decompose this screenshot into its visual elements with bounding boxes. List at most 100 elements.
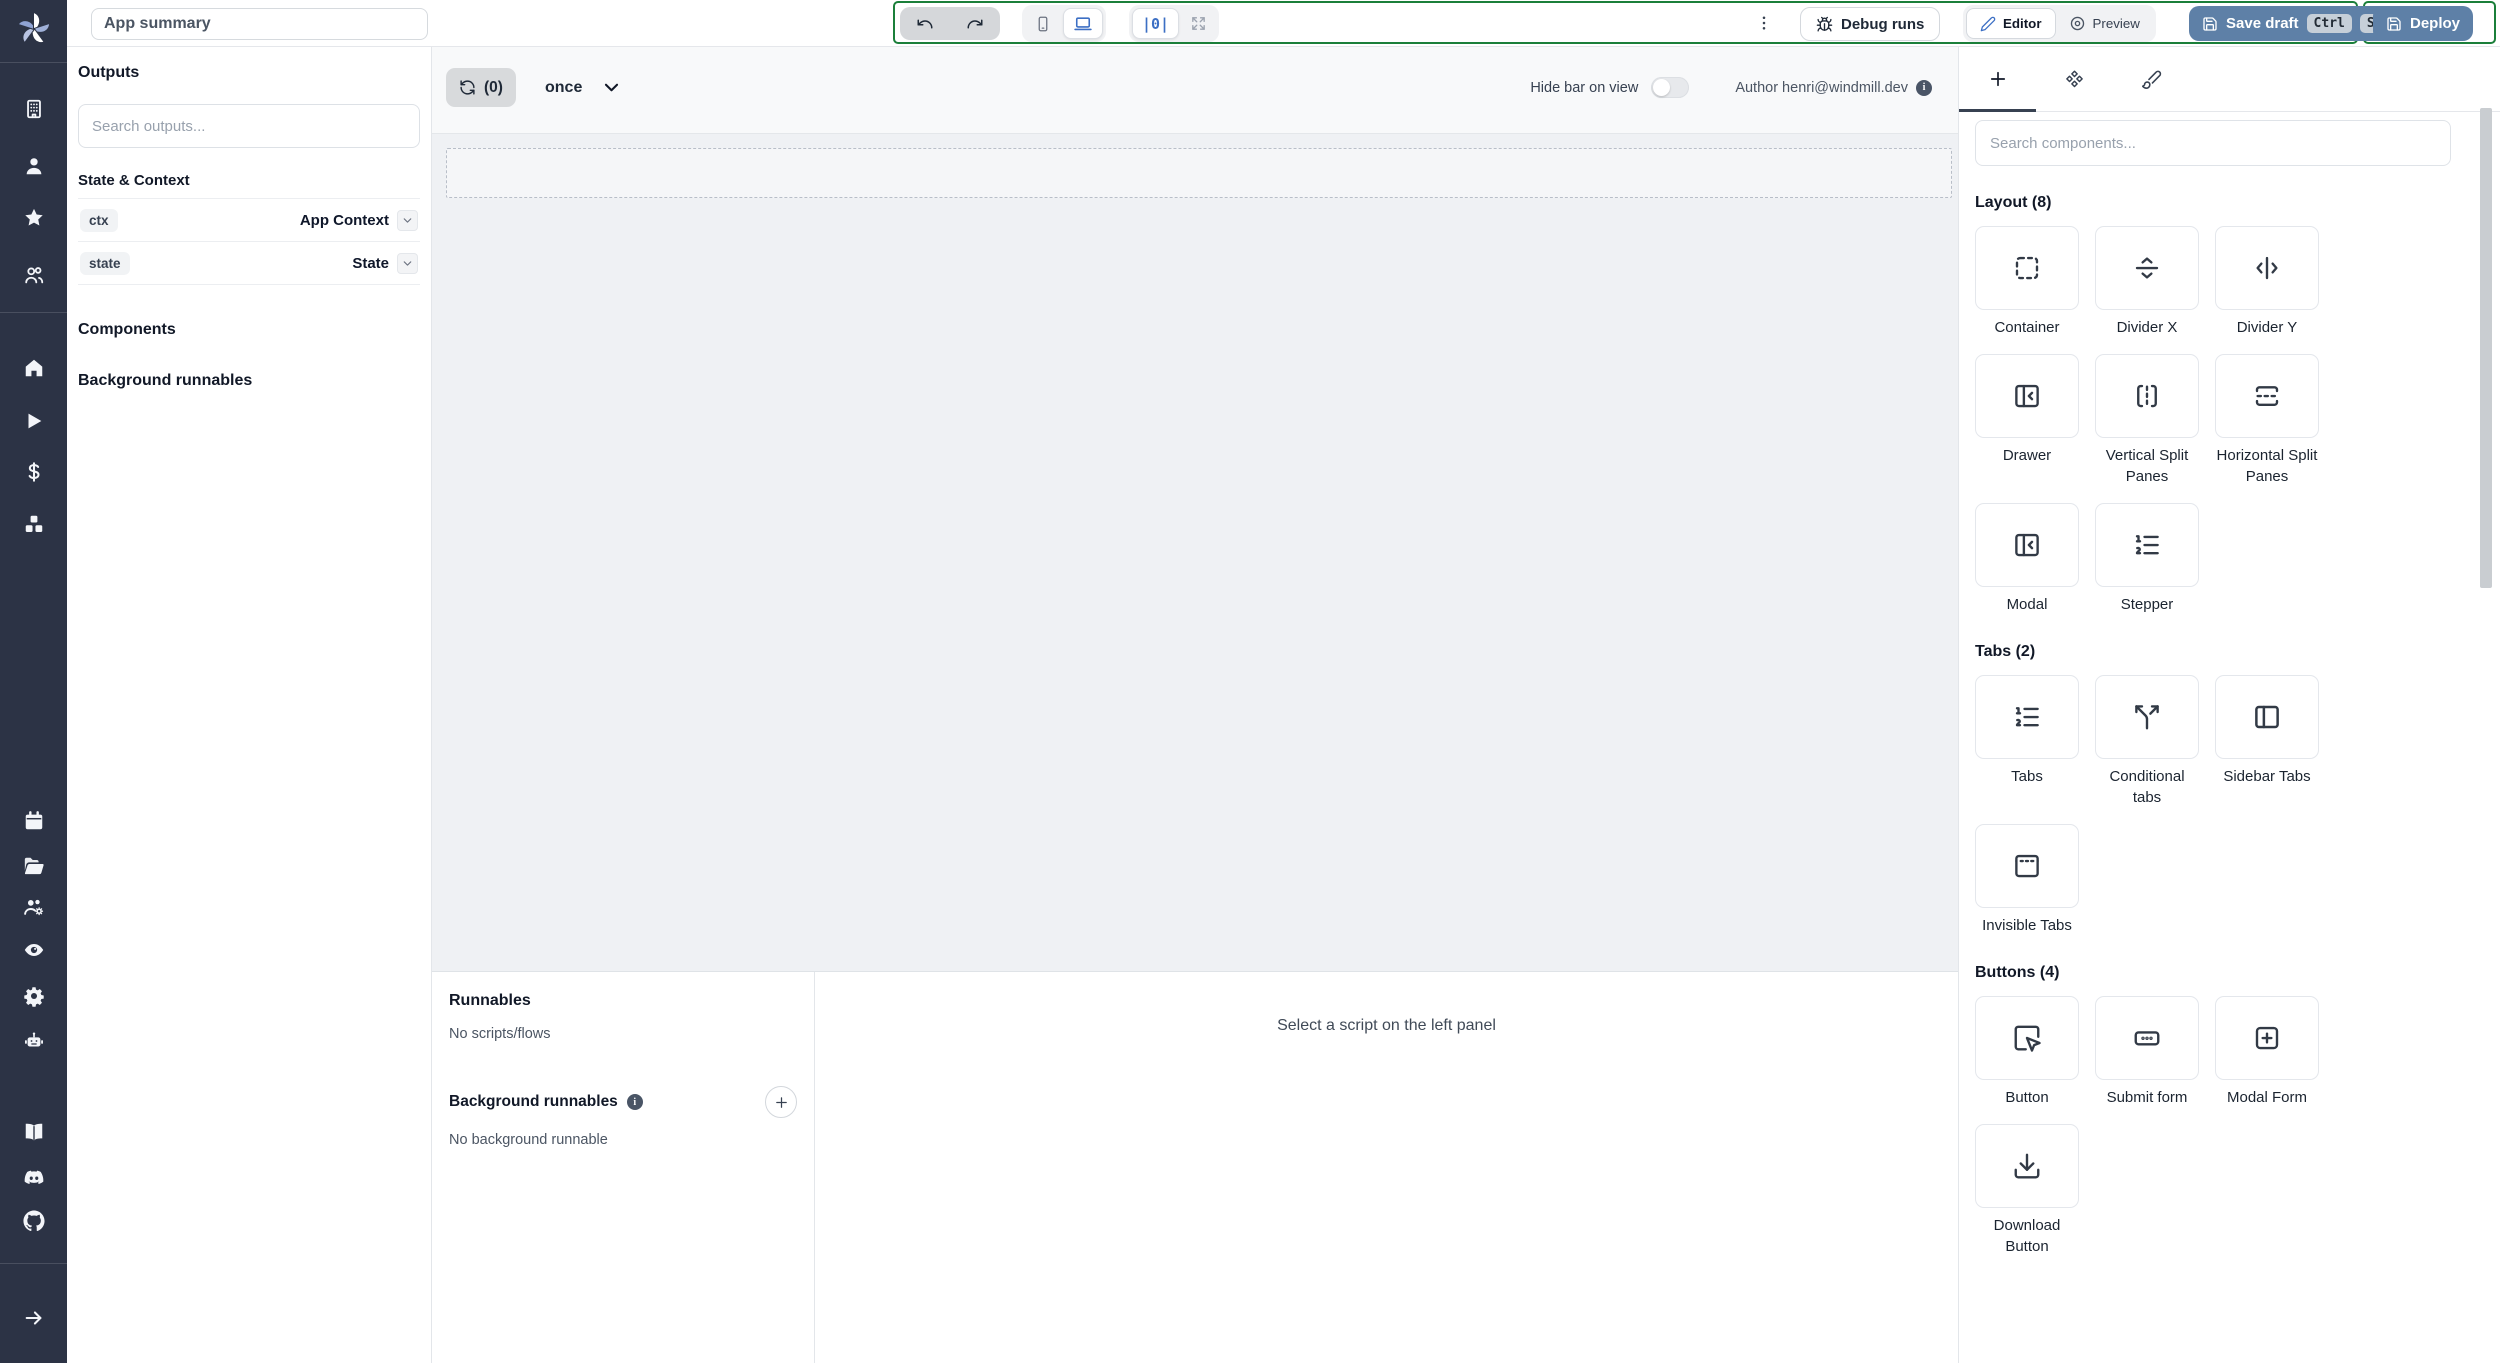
component-card-submit-form[interactable] xyxy=(2095,996,2199,1080)
component-cell: Submit form xyxy=(2095,996,2199,1108)
component-cell: Vertical Split Panes xyxy=(2095,354,2199,487)
tab-insert-component[interactable] xyxy=(1959,47,2036,112)
empty-grid-row-placeholder[interactable] xyxy=(446,148,1952,198)
component-card-horizontal-split-panes[interactable] xyxy=(2215,354,2319,438)
sidebar-item-robot[interactable] xyxy=(0,1030,67,1052)
component-card-download-button[interactable] xyxy=(1975,1124,2079,1208)
hide-bar-toggle[interactable] xyxy=(1651,77,1690,98)
sidebar-item-arrow-right[interactable] xyxy=(0,1307,67,1329)
eye-icon xyxy=(23,939,45,961)
expand-output-button[interactable] xyxy=(397,252,418,274)
tab-component-settings[interactable] xyxy=(2036,47,2113,111)
left-icon-sidebar xyxy=(0,0,67,1363)
expand-icon xyxy=(1190,15,1207,32)
expand-output-button[interactable] xyxy=(397,209,418,231)
component-label: Divider X xyxy=(2116,319,2178,336)
component-card-divider-y[interactable] xyxy=(2215,226,2319,310)
plus-icon xyxy=(774,1095,789,1110)
bug-icon xyxy=(1816,16,1833,33)
debug-runs-label: Debug runs xyxy=(1841,15,1925,33)
component-card-tabs[interactable] xyxy=(1975,675,2079,759)
sidebar-item-discord[interactable] xyxy=(0,1167,67,1189)
sidebar-item-windmill-logo[interactable] xyxy=(0,10,67,48)
component-cell: Sidebar Tabs xyxy=(2215,675,2319,808)
sidebar-item-github[interactable] xyxy=(0,1210,67,1232)
app-canvas[interactable] xyxy=(432,134,1958,971)
sidebar-item-home[interactable] xyxy=(0,357,67,379)
sidebar-item-boxes[interactable] xyxy=(0,513,67,535)
component-card-container[interactable] xyxy=(1975,226,2079,310)
sidebar-item-folder-open[interactable] xyxy=(0,855,67,877)
component-card-modal[interactable] xyxy=(1975,503,2079,587)
component-card-sidebar-tabs[interactable] xyxy=(2215,675,2319,759)
components-panel-tabs xyxy=(1959,47,2500,112)
deploy-button[interactable]: Deploy xyxy=(2373,6,2474,41)
save-draft-button[interactable]: Save draft Ctrl S xyxy=(2189,6,2395,41)
windmill-app-editor: |0| Debug runs Editor Preview Save draft… xyxy=(0,0,2500,1363)
component-card-vertical-split-panes[interactable] xyxy=(2095,354,2199,438)
info-icon[interactable]: i xyxy=(1916,79,1932,96)
component-card-invisible-tabs[interactable] xyxy=(1975,824,2079,908)
component-card-button[interactable] xyxy=(1975,996,2079,1080)
component-label: Button xyxy=(2005,1089,2049,1106)
desktop-view-button[interactable] xyxy=(1063,8,1103,39)
diamonds-icon xyxy=(2064,69,2085,90)
gear-icon xyxy=(23,985,45,1007)
debug-runs-button[interactable]: Debug runs xyxy=(1800,7,1941,41)
search-components-input[interactable] xyxy=(1975,120,2451,166)
preview-tab-button[interactable]: Preview xyxy=(2056,8,2153,39)
refresh-icon xyxy=(459,79,476,96)
sidebar-item-eye[interactable] xyxy=(0,939,67,961)
component-label: Container xyxy=(1994,319,2060,336)
background-runnables-section-title: Background runnables xyxy=(78,372,253,389)
center-align-button[interactable]: |0| xyxy=(1132,8,1180,39)
info-icon[interactable]: i xyxy=(626,1094,643,1110)
sidebar-item-book[interactable] xyxy=(0,1121,67,1143)
folder-open-icon xyxy=(23,855,45,877)
sidebar-item-dollar[interactable] xyxy=(0,461,67,483)
sidebar-item-star[interactable] xyxy=(0,207,67,229)
sidebar-item-calendar[interactable] xyxy=(0,810,67,832)
component-cell: Button xyxy=(1975,996,2079,1108)
topbar: |0| Debug runs Editor Preview Save draft… xyxy=(67,0,2500,47)
component-cell: Tabs xyxy=(1975,675,2079,808)
list-ordered-icon xyxy=(2132,530,2162,560)
output-value-label: App Context xyxy=(299,211,389,229)
scrollbar-thumb[interactable] xyxy=(2480,108,2492,588)
windmill-logo-icon xyxy=(15,10,53,48)
search-outputs-input[interactable] xyxy=(78,104,420,148)
components-section-title: Components xyxy=(78,321,176,338)
container-icon xyxy=(2012,253,2042,283)
sidebar-item-users[interactable] xyxy=(0,264,67,286)
more-menu-button[interactable] xyxy=(1752,11,1776,35)
background-runnables-row: Background runnables i xyxy=(449,1086,797,1118)
app-summary-input[interactable] xyxy=(91,8,428,40)
fullscreen-button[interactable] xyxy=(1181,8,1216,39)
sidebar-item-building[interactable] xyxy=(0,98,67,120)
play-icon xyxy=(23,410,45,432)
mobile-view-button[interactable] xyxy=(1025,8,1061,39)
sidebar-item-gear[interactable] xyxy=(0,985,67,1007)
undo-button[interactable] xyxy=(900,7,950,40)
component-card-drawer[interactable] xyxy=(1975,354,2079,438)
editor-tab-button[interactable]: Editor xyxy=(1966,8,2056,39)
undo-icon xyxy=(916,15,934,33)
add-background-runnable-button[interactable] xyxy=(765,1086,797,1118)
dollar-icon xyxy=(23,461,45,483)
refresh-button[interactable]: (0) xyxy=(446,68,516,107)
component-card-stepper[interactable] xyxy=(2095,503,2199,587)
sidebar-item-play[interactable] xyxy=(0,410,67,432)
component-card-conditional-tabs[interactable] xyxy=(2095,675,2199,759)
component-card-divider-x[interactable] xyxy=(2095,226,2199,310)
redo-button[interactable] xyxy=(950,7,1000,40)
sidebar-item-users-cog[interactable] xyxy=(0,896,67,918)
component-grid: Button Submit form Modal Form Download Butt… xyxy=(1975,996,2484,1257)
sidebar-item-user[interactable] xyxy=(0,155,67,177)
component-card-modal-form[interactable] xyxy=(2215,996,2319,1080)
hide-bar-label: Hide bar on view xyxy=(1530,79,1639,96)
refresh-mode-dropdown[interactable]: once xyxy=(545,68,621,107)
state-context-title: State & Context xyxy=(78,172,190,189)
tab-global-styling[interactable] xyxy=(2113,47,2190,111)
component-label: Submit form xyxy=(2106,1089,2188,1106)
users-cog-icon xyxy=(23,896,45,918)
